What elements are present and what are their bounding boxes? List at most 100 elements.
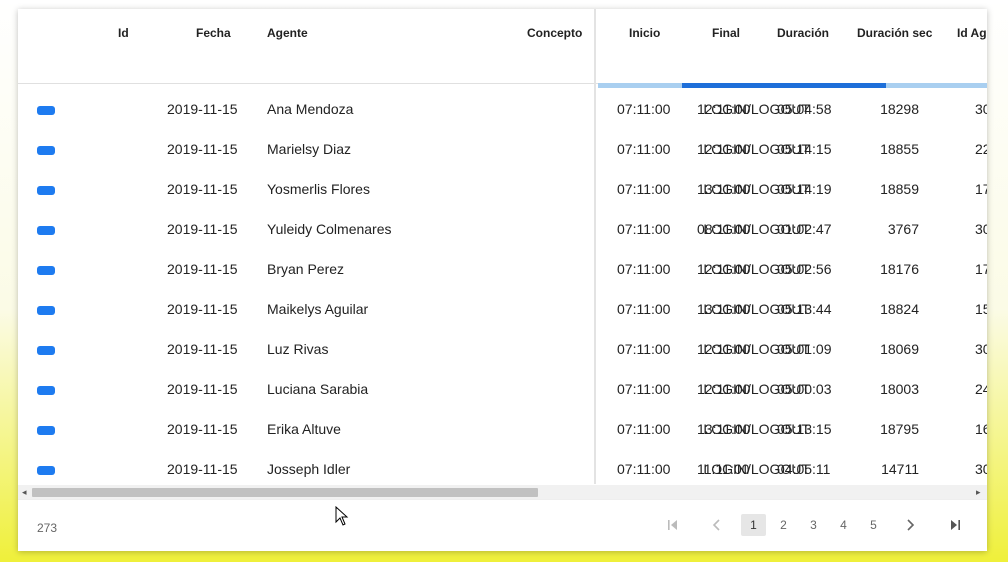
row-marker-icon[interactable] bbox=[37, 146, 55, 155]
table-row[interactable]: 1259882019-11-15Maikelys AguilarLOGIN/LO… bbox=[18, 289, 987, 329]
cell-id-agente: 30 bbox=[975, 341, 987, 357]
cell-agente: Josseph Idler bbox=[267, 461, 351, 477]
row-marker-icon[interactable] bbox=[37, 226, 55, 235]
table-row[interactable]: 1259892019-11-15Luz RivasLOGIN/LOGOUT07:… bbox=[18, 329, 987, 369]
cell-agente: Luciana Sarabia bbox=[267, 381, 369, 397]
cell-fecha: 2019-11-15 bbox=[167, 141, 238, 157]
table-row[interactable]: 1259912019-11-15Erika AltuveLOGIN/LOGOUT… bbox=[18, 409, 987, 449]
cell-agente: Yosmerlis Flores bbox=[267, 181, 370, 197]
cell-id-agente: 24 bbox=[975, 381, 987, 397]
cell-duracion-sec: 18855 bbox=[880, 141, 919, 157]
cell-duracion: 05:04:58 bbox=[777, 101, 832, 117]
cell-inicio: 07:11:00 bbox=[617, 101, 671, 117]
cell-duracion-sec: 18795 bbox=[880, 421, 919, 437]
scroll-left-icon[interactable]: ◂ bbox=[22, 486, 27, 498]
table-row[interactable]: 1259872019-11-15Bryan PerezLOGIN/LOGOUT0… bbox=[18, 249, 987, 289]
cell-inicio: 07:11:00 bbox=[617, 301, 671, 317]
column-header-concepto[interactable]: Concepto bbox=[527, 25, 582, 41]
cell-final: 12:11:00 bbox=[697, 261, 751, 277]
column-header-duracion-sec[interactable]: Duración sec bbox=[857, 25, 932, 41]
table-row[interactable]: 1259852019-11-15Yosmerlis FloresLOGIN/LO… bbox=[18, 169, 987, 209]
cell-inicio: 07:11:00 bbox=[617, 141, 671, 157]
cell-inicio: 07:11:00 bbox=[617, 181, 671, 197]
first-page-icon bbox=[668, 520, 677, 530]
table-row[interactable]: 1259842019-11-15Marielsy DiazLOGIN/LOGOU… bbox=[18, 129, 987, 169]
cell-duracion: 04:05:11 bbox=[777, 461, 831, 477]
cell-agente: Luz Rivas bbox=[267, 341, 329, 357]
grid-footer: 273 1 2 3 4 5 bbox=[18, 499, 987, 551]
column-header-id-agente[interactable]: Id Age bbox=[957, 25, 987, 41]
horizontal-scrollbar[interactable]: ◂ ▸ bbox=[18, 485, 987, 499]
total-count: 273 bbox=[37, 521, 58, 535]
column-header-fecha[interactable]: Fecha bbox=[196, 25, 231, 41]
row-marker-icon[interactable] bbox=[37, 186, 55, 195]
cell-final: 12:11:00 bbox=[697, 341, 751, 357]
row-marker-icon[interactable] bbox=[37, 426, 55, 435]
loading-progress-track bbox=[598, 83, 987, 88]
column-header-final[interactable]: Final bbox=[712, 25, 740, 41]
cell-final: 08:11:00 bbox=[697, 221, 751, 237]
cell-inicio: 07:11:00 bbox=[617, 461, 671, 477]
cell-inicio: 07:11:00 bbox=[617, 421, 671, 437]
grid-header: Id Fecha Agente Concepto Inicio Final Du… bbox=[18, 9, 987, 84]
loading-progress-bar bbox=[682, 83, 886, 88]
cell-id-agente: 30 bbox=[975, 101, 987, 117]
cell-duracion-sec: 3767 bbox=[887, 221, 919, 237]
cell-duracion: 05:00:03 bbox=[777, 381, 832, 397]
cell-inicio: 07:11:00 bbox=[617, 261, 671, 277]
page-button-1[interactable]: 1 bbox=[741, 514, 766, 536]
cell-duracion: 05:02:56 bbox=[777, 261, 832, 277]
data-grid: Id Fecha Agente Concepto Inicio Final Du… bbox=[18, 9, 987, 499]
last-page-button[interactable] bbox=[945, 514, 965, 536]
data-grid-card: Id Fecha Agente Concepto Inicio Final Du… bbox=[18, 9, 987, 551]
column-header-id[interactable]: Id bbox=[118, 25, 129, 41]
cell-duracion-sec: 18176 bbox=[880, 261, 919, 277]
cell-duracion: 05:14:15 bbox=[777, 141, 832, 157]
cell-fecha: 2019-11-15 bbox=[167, 261, 238, 277]
row-marker-icon[interactable] bbox=[37, 346, 55, 355]
cell-agente: Maikelys Aguilar bbox=[267, 301, 369, 317]
table-row[interactable]: 1259862019-11-15Yuleidy ColmenaresLOGIN/… bbox=[18, 209, 987, 249]
column-header-agente[interactable]: Agente bbox=[267, 25, 308, 41]
row-marker-icon[interactable] bbox=[37, 106, 55, 115]
chevron-left-icon bbox=[712, 519, 720, 531]
previous-page-button[interactable] bbox=[707, 514, 727, 536]
cell-final: 13:11:00 bbox=[697, 421, 751, 437]
cell-final: 11:11:00 bbox=[697, 461, 750, 477]
page-button-3[interactable]: 3 bbox=[801, 514, 826, 536]
page-button-2[interactable]: 2 bbox=[771, 514, 796, 536]
table-row[interactable]: 1259902019-11-15Luciana SarabiaLOGIN/LOG… bbox=[18, 369, 987, 409]
row-marker-icon[interactable] bbox=[37, 386, 55, 395]
cell-agente: Erika Altuve bbox=[267, 421, 341, 437]
page-button-5[interactable]: 5 bbox=[861, 514, 886, 536]
cell-fecha: 2019-11-15 bbox=[167, 101, 238, 117]
table-row[interactable]: 1259832019-11-15Ana MendozaLOGIN/LOGOUT0… bbox=[18, 89, 987, 129]
cell-agente: Marielsy Diaz bbox=[267, 141, 352, 157]
cell-id-agente: 16 bbox=[975, 421, 987, 437]
cell-fecha: 2019-11-15 bbox=[167, 381, 238, 397]
next-page-button[interactable] bbox=[900, 514, 920, 536]
mouse-cursor-icon bbox=[335, 506, 349, 526]
cell-id-agente: 22 bbox=[975, 141, 987, 157]
column-header-duracion[interactable]: Duración bbox=[777, 25, 829, 41]
cell-fecha: 2019-11-15 bbox=[167, 181, 238, 197]
scrollbar-thumb[interactable] bbox=[32, 488, 538, 497]
first-page-button[interactable] bbox=[663, 514, 683, 536]
table-row[interactable]: 1259922019-11-15Josseph IdlerLOGIN/LOGOU… bbox=[18, 449, 987, 489]
cell-duracion: 05:01:09 bbox=[777, 341, 832, 357]
cell-duracion-sec: 18069 bbox=[880, 341, 919, 357]
row-marker-icon[interactable] bbox=[37, 466, 55, 475]
chevron-right-icon bbox=[907, 519, 915, 531]
cell-fecha: 2019-11-15 bbox=[167, 221, 238, 237]
cell-fecha: 2019-11-15 bbox=[167, 461, 238, 477]
cell-final: 13:11:00 bbox=[697, 181, 751, 197]
column-header-inicio[interactable]: Inicio bbox=[629, 25, 660, 41]
cell-id-agente: 17 bbox=[975, 181, 987, 197]
last-page-icon bbox=[951, 520, 960, 530]
row-marker-icon[interactable] bbox=[37, 266, 55, 275]
cell-final: 12:11:00 bbox=[697, 381, 751, 397]
scroll-right-icon[interactable]: ▸ bbox=[976, 486, 981, 498]
page-button-4[interactable]: 4 bbox=[831, 514, 856, 536]
cell-inicio: 07:11:00 bbox=[617, 221, 671, 237]
row-marker-icon[interactable] bbox=[37, 306, 55, 315]
